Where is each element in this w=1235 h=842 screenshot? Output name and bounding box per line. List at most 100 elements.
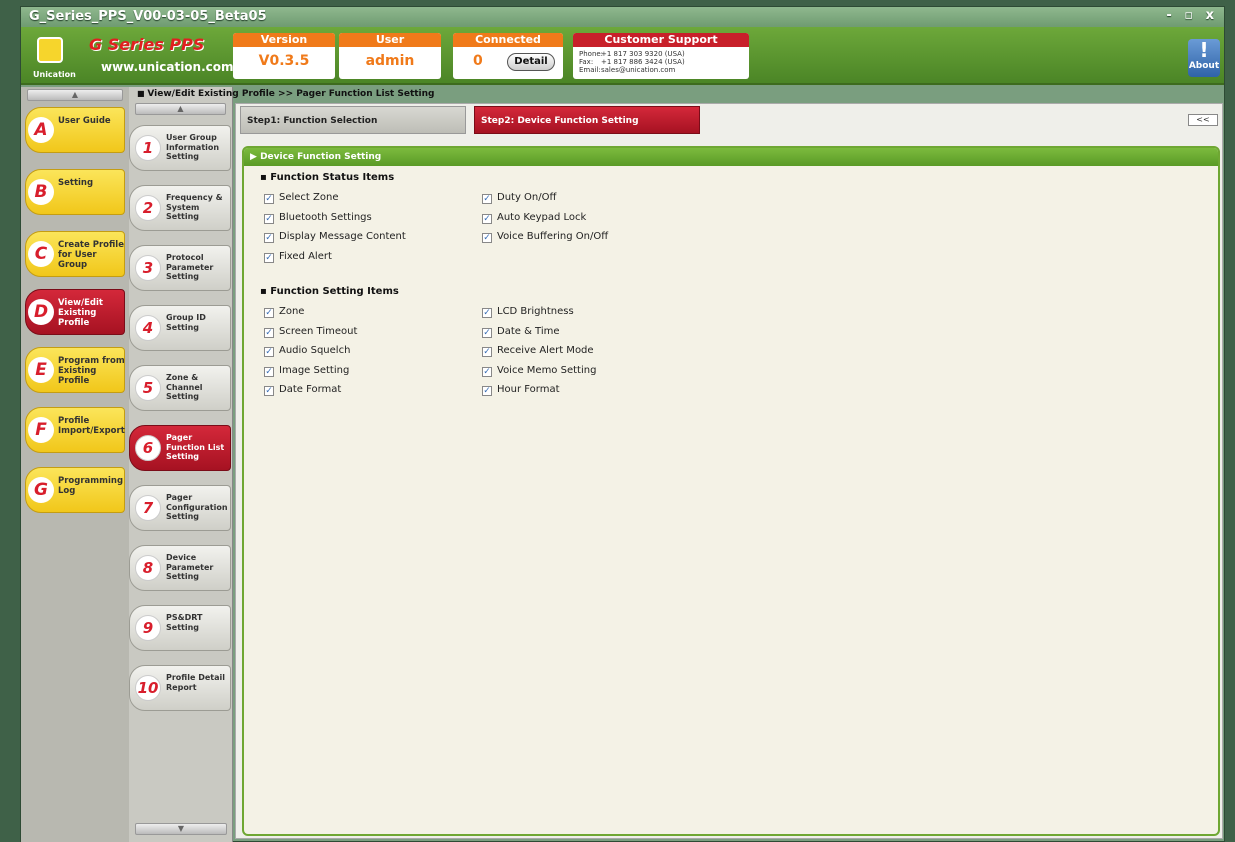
about-button[interactable]: ! About (1188, 39, 1220, 77)
checkbox-check-icon[interactable]: ✓ (264, 308, 274, 318)
title-bar: G_Series_PPS_V00-03-05_Beta05 - ▫ x (21, 7, 1224, 27)
version-label: Version (233, 33, 335, 47)
devices-box: Connected Devices 0 Detail (453, 33, 563, 79)
checkbox-label: Duty On/Off (497, 192, 557, 203)
checkbox-check-icon[interactable]: ✓ (482, 308, 492, 318)
checkbox-setting-right[interactable]: ✓ Voice Memo Setting (482, 365, 596, 377)
info-icon: ! (1199, 38, 1209, 62)
user-value: admin (365, 53, 415, 69)
checkbox-check-icon[interactable]: ✓ (482, 347, 492, 357)
checkbox-status-right[interactable]: ✓ Voice Buffering On/Off (482, 231, 608, 243)
checkbox-status-left[interactable]: ✓ Fixed Alert (264, 251, 332, 263)
breadcrumb: ■ View/Edit Existing Profile >> Pager Fu… (137, 89, 435, 99)
checkbox-setting-right[interactable]: ✓ Receive Alert Mode (482, 345, 594, 357)
brand-title: G Series PPS (89, 35, 205, 54)
sub-nav-item-5[interactable]: 5 Zone & Channel Setting (129, 365, 231, 411)
panel-header[interactable]: ▶ Device Function Setting (244, 148, 1218, 166)
status-section-title: ▪ Function Status Items (260, 172, 395, 183)
checkbox-setting-left[interactable]: ✓ Screen Timeout (264, 326, 357, 338)
version-value: V0.3.5 Beta05 (258, 53, 310, 69)
checkbox-setting-left[interactable]: ✓ Audio Squelch (264, 345, 350, 357)
main-nav-item-g[interactable]: G Programming Log (25, 467, 125, 513)
checkbox-check-icon[interactable]: ✓ (264, 347, 274, 357)
checkbox-status-left[interactable]: ✓ Select Zone (264, 192, 339, 204)
checkbox-label: Image Setting (279, 364, 350, 376)
checkbox-check-icon[interactable]: ✓ (264, 366, 274, 377)
checkbox-label: Display Message Content (279, 231, 406, 242)
checkbox-label: Auto Keypad Lock (497, 211, 587, 223)
checkbox-setting-left[interactable]: ✓ Image Setting (264, 365, 349, 377)
sub-nav-item-1[interactable]: 1 User Group Information Setting (129, 125, 231, 171)
sub-nav-scroll-down-icon[interactable]: ▼ (135, 823, 227, 835)
sub-nav-item-6[interactable]: 6 Pager Function List Setting (129, 425, 231, 471)
checkbox-status-right[interactable]: ✓ Duty On/Off (482, 192, 556, 204)
checkbox-status-right[interactable]: ✓ Auto Keypad Lock (482, 212, 586, 224)
main-nav-item-d[interactable]: D View/Edit Existing Profile (25, 289, 125, 335)
support-details: Phone:+1 817 303 9320 (USA) Fax: +1 817 8… (579, 50, 685, 74)
website-link[interactable]: www.unication.com (101, 60, 234, 74)
step-number-badge: 8 (135, 555, 161, 581)
checkbox-check-icon[interactable]: ✓ (482, 233, 492, 243)
checkbox-check-icon[interactable]: ✓ (264, 386, 274, 396)
sub-nav-item-7[interactable]: 7 Pager Configuration Setting (129, 485, 231, 531)
sub-nav-label: PS&DRT Setting (166, 613, 203, 632)
checkbox-label: Date & Time (497, 325, 560, 337)
window-controls[interactable]: - ▫ x (1166, 8, 1218, 23)
device-function-panel: ▶ Device Function Setting ▪ Function Sta… (242, 146, 1220, 836)
checkbox-label: Zone (279, 306, 305, 317)
support-label: Customer Support (573, 33, 749, 47)
sub-nav-label: Pager Function List Setting (166, 433, 225, 461)
step-number-badge: 7 (135, 495, 161, 521)
sub-nav-item-9[interactable]: 9 PS&DRT Setting (129, 605, 231, 651)
tab-step2-device-function-setting[interactable]: Step2: Device Function Setting (474, 106, 700, 134)
main-nav-item-f[interactable]: F Profile Import/Export (25, 407, 125, 453)
main-nav-item-e[interactable]: E Program from Existing Profile (25, 347, 125, 393)
collapse-button[interactable]: << (1188, 114, 1218, 126)
checkbox-check-icon[interactable]: ✓ (264, 233, 274, 243)
checkbox-check-icon[interactable]: ✓ (264, 213, 274, 224)
checkbox-check-icon[interactable]: ✓ (264, 327, 274, 338)
checkbox-status-left[interactable]: ✓ Bluetooth Settings (264, 212, 372, 224)
app-window: G_Series_PPS_V00-03-05_Beta05 - ▫ x Unic… (20, 6, 1225, 842)
main-nav-item-c[interactable]: C Create Profile for User Group (25, 231, 125, 277)
detail-button[interactable]: Detail (507, 53, 555, 71)
step-number-badge: 4 (135, 315, 161, 341)
step-number-badge: 9 (135, 615, 161, 641)
checkbox-setting-right[interactable]: ✓ LCD Brightness (482, 306, 574, 318)
header-bar: Unication G Series PPS www.unication.com… (21, 27, 1224, 85)
main-nav-item-b[interactable]: B Setting (25, 169, 125, 215)
sub-nav-item-2[interactable]: 2 Frequency & System Setting (129, 185, 231, 231)
sub-nav-item-8[interactable]: 8 Device Parameter Setting (129, 545, 231, 591)
sub-nav-label: Protocol Parameter Setting (166, 253, 214, 281)
sub-nav-item-10[interactable]: 10 Profile Detail Report (129, 665, 231, 711)
checkbox-check-icon[interactable]: ✓ (482, 213, 492, 224)
checkbox-setting-right[interactable]: ✓ Date & Time (482, 326, 560, 338)
main-nav-label: Setting (58, 178, 94, 188)
main-nav-label: Profile Import/Export (58, 416, 125, 436)
setting-section-title: ▪ Function Setting Items (260, 286, 399, 297)
user-box: User admin (339, 33, 441, 79)
sub-nav-label: Group ID Setting (166, 313, 206, 332)
tab-step1-function-selection[interactable]: Step1: Function Selection (240, 106, 466, 134)
checkbox-check-icon[interactable]: ✓ (482, 366, 492, 377)
checkbox-setting-left[interactable]: ✓ Date Format (264, 384, 341, 396)
checkbox-check-icon[interactable]: ✓ (482, 386, 492, 396)
nav-letter-badge: B (28, 179, 54, 205)
checkbox-check-icon[interactable]: ✓ (264, 252, 274, 263)
main-nav-item-a[interactable]: A User Guide (25, 107, 125, 153)
main-nav-scroll-up-icon[interactable]: ▲ (27, 89, 123, 101)
nav-letter-badge: E (28, 357, 54, 383)
sub-nav-item-3[interactable]: 3 Protocol Parameter Setting (129, 245, 231, 291)
main-nav-label: User Guide (58, 116, 111, 126)
sub-nav-scroll-up-icon[interactable]: ▲ (135, 103, 226, 115)
checkbox-check-icon[interactable]: ✓ (482, 194, 492, 204)
nav-letter-badge: F (28, 417, 54, 443)
checkbox-setting-left[interactable]: ✓ Zone (264, 306, 304, 318)
step-number-badge: 3 (135, 255, 161, 281)
checkbox-setting-right[interactable]: ✓ Hour Format (482, 384, 560, 396)
main-nav-label: Program from Existing Profile (58, 356, 125, 386)
sub-nav-item-4[interactable]: 4 Group ID Setting (129, 305, 231, 351)
checkbox-status-left[interactable]: ✓ Display Message Content (264, 231, 406, 243)
checkbox-check-icon[interactable]: ✓ (482, 327, 492, 338)
checkbox-check-icon[interactable]: ✓ (264, 194, 274, 204)
